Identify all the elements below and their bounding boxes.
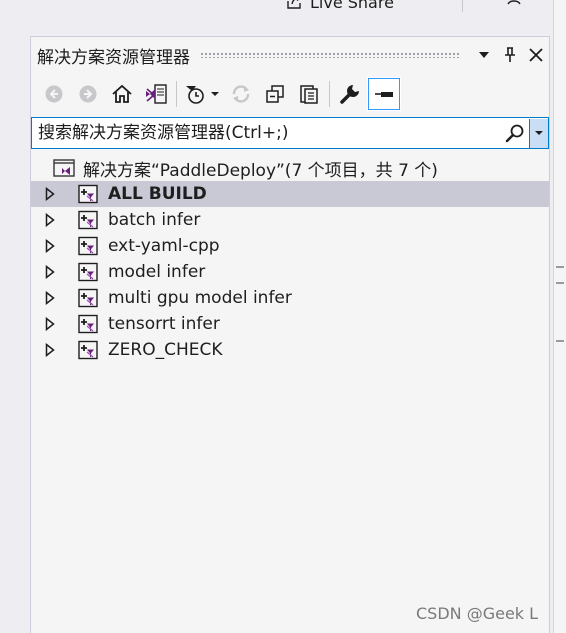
show-all-files-button[interactable] — [292, 77, 326, 111]
tree-project-row[interactable]: tensorrt infer — [31, 311, 549, 337]
cpp-project-icon — [78, 288, 98, 308]
show-all-files-icon — [300, 85, 318, 104]
live-share-label: Live Share — [310, 0, 394, 12]
preview-selected-icon — [375, 92, 393, 97]
cpp-project-icon — [78, 314, 98, 334]
panel-toolbar — [31, 75, 549, 113]
expand-arrow-icon[interactable] — [45, 291, 57, 305]
preview-selected-items-button[interactable] — [367, 77, 401, 111]
tree-project-row[interactable]: ZERO_CHECK — [31, 337, 549, 363]
forward-icon — [79, 85, 97, 103]
solution-explorer-panel: 解决方案资源管理器 搜索解决方案资源管理器(Ctrl+;) 解决方案“Paddl… — [30, 36, 550, 633]
expand-arrow-icon[interactable] — [45, 213, 57, 227]
pin-icon — [505, 47, 515, 62]
project-label: tensorrt infer — [108, 314, 220, 334]
right-strip-mark — [556, 282, 564, 284]
search-options-dropdown[interactable] — [529, 118, 548, 148]
panel-title-bar: 解决方案资源管理器 — [31, 37, 549, 73]
properties-button[interactable] — [333, 77, 367, 111]
right-strip-mark — [556, 340, 564, 342]
forward-button[interactable] — [71, 77, 105, 111]
user-icon[interactable] — [506, 0, 522, 8]
cpp-project-icon — [78, 262, 98, 282]
panel-title: 解决方案资源管理器 — [37, 47, 190, 68]
project-label: batch infer — [108, 210, 201, 230]
right-strip-mark — [556, 266, 564, 268]
right-edge-strip — [553, 0, 566, 633]
dropdown-arrow-icon — [479, 52, 489, 58]
back-button[interactable] — [37, 77, 71, 111]
title-grip[interactable] — [200, 52, 461, 58]
switch-views-icon — [146, 84, 167, 104]
close-button[interactable] — [523, 42, 549, 68]
expand-arrow-icon[interactable] — [45, 187, 57, 201]
close-icon — [529, 48, 543, 62]
search-button[interactable] — [501, 119, 529, 147]
project-label: ZERO_CHECK — [108, 340, 223, 360]
toolbar-separator — [329, 81, 330, 107]
window-position-button[interactable] — [471, 42, 497, 68]
pending-changes-filter-icon — [186, 86, 204, 104]
top-separator — [462, 0, 463, 12]
tree-solution-node[interactable]: 解决方案“PaddleDeploy”(7 个项目，共 7 个) — [31, 155, 549, 181]
cpp-project-icon — [78, 210, 98, 230]
back-icon — [45, 85, 63, 103]
properties-wrench-icon — [340, 85, 359, 104]
tree-project-row[interactable]: batch infer — [31, 207, 549, 233]
tree-project-row[interactable]: ALL BUILD — [31, 181, 549, 207]
solution-tree: 解决方案“PaddleDeploy”(7 个项目，共 7 个) ALL BUIL… — [31, 155, 549, 363]
home-icon — [112, 84, 132, 103]
home-button[interactable] — [105, 77, 139, 111]
expand-arrow-icon[interactable] — [45, 317, 57, 331]
watermark: CSDN @Geek L — [416, 604, 539, 623]
top-bar — [0, 0, 566, 14]
solution-label: 解决方案“PaddleDeploy”(7 个项目，共 7 个) — [83, 160, 438, 181]
cpp-project-icon — [78, 236, 98, 256]
dropdown-icon[interactable] — [210, 91, 220, 97]
tree-project-row[interactable]: ext-yaml-cpp — [31, 233, 549, 259]
refresh-icon — [232, 85, 250, 103]
live-share-icon — [287, 0, 301, 9]
live-share-button[interactable]: Live Share — [286, 0, 394, 12]
collapse-all-icon — [266, 85, 284, 103]
project-label: model infer — [108, 262, 206, 282]
search-input[interactable] — [32, 122, 501, 144]
cpp-project-icon — [78, 340, 98, 360]
pending-changes-filter-button[interactable] — [180, 77, 224, 111]
toolbar-separator — [176, 81, 177, 107]
chevron-down-icon — [535, 131, 543, 135]
expand-arrow-icon[interactable] — [45, 239, 57, 253]
pin-button[interactable] — [497, 42, 523, 68]
expand-arrow-icon[interactable] — [45, 265, 57, 279]
project-label: ext-yaml-cpp — [108, 236, 220, 256]
expand-arrow-icon[interactable] — [45, 343, 57, 357]
project-label: multi gpu model infer — [108, 288, 292, 308]
solution-icon — [53, 159, 75, 177]
search-icon — [505, 124, 524, 143]
tree-project-row[interactable]: multi gpu model infer — [31, 285, 549, 311]
switch-views-button[interactable] — [139, 77, 173, 111]
cpp-project-icon — [78, 184, 98, 204]
tree-project-row[interactable]: model infer — [31, 259, 549, 285]
collapse-all-button[interactable] — [258, 77, 292, 111]
search-box[interactable] — [31, 117, 549, 149]
project-label: ALL BUILD — [108, 184, 207, 204]
refresh-button[interactable] — [224, 77, 258, 111]
